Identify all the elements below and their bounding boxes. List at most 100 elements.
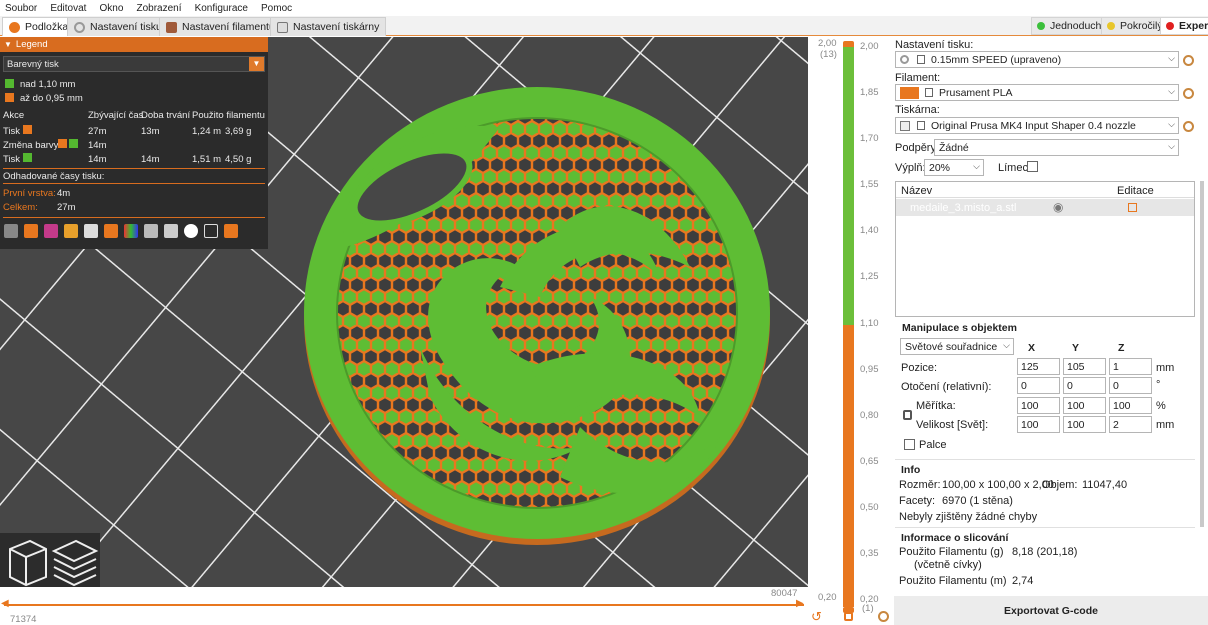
edit-printer-preset-gear-icon[interactable] bbox=[1183, 121, 1194, 132]
rotation-x-input[interactable]: 0 bbox=[1017, 377, 1060, 394]
settings-gear-icon[interactable] bbox=[878, 611, 889, 622]
scrollbar[interactable] bbox=[1200, 181, 1204, 527]
view-type-select[interactable]: Barevný tisk ▼ bbox=[3, 56, 265, 72]
divider bbox=[895, 527, 1195, 528]
retractions-icon[interactable] bbox=[44, 224, 58, 238]
legend-divider-2 bbox=[3, 183, 265, 184]
position-z-input[interactable]: 1 bbox=[1109, 358, 1152, 375]
rotation-z-input[interactable]: 0 bbox=[1109, 377, 1152, 394]
chevron-down-icon: ⌵ bbox=[973, 161, 980, 171]
menu-soubor[interactable]: Soubor bbox=[0, 0, 42, 14]
dropdown-arrow-icon: ▼ bbox=[249, 57, 264, 71]
tab-podlozka[interactable]: Podložka bbox=[2, 17, 76, 36]
export-gcode-button[interactable]: Exportovat G-code bbox=[894, 596, 1208, 625]
row2-swatch-from bbox=[58, 139, 67, 148]
col-filament-used: Použito filamentu bbox=[192, 110, 265, 121]
move-right-thumb-icon[interactable]: ▶ bbox=[796, 598, 804, 609]
lock-icon[interactable] bbox=[844, 612, 853, 621]
view-cube-icon[interactable] bbox=[0, 533, 100, 587]
eye-icon[interactable]: ◉ bbox=[1053, 200, 1063, 214]
undo-arrow-icon[interactable]: ↺ bbox=[811, 609, 822, 625]
row3-used-weight: 4,50 g bbox=[225, 154, 252, 165]
size-x-input[interactable]: 100 bbox=[1017, 416, 1060, 433]
used-filament-m-label: Použito Filamentu (m) bbox=[899, 575, 1007, 587]
slice-info-title: Informace o slicování bbox=[901, 532, 1009, 544]
size-z-input[interactable]: 2 bbox=[1109, 416, 1152, 433]
facets-value: 6970 (1 stěna) bbox=[942, 495, 1013, 507]
menu-editovat[interactable]: Editovat bbox=[45, 0, 91, 14]
coord-system-select[interactable]: Světové souřadnice ⌵ bbox=[900, 338, 1014, 355]
row2-action: Změna barvy bbox=[3, 140, 59, 151]
scale-label: Měřítka: bbox=[916, 400, 956, 412]
center-of-gravity-icon[interactable] bbox=[184, 224, 198, 238]
pause-prints-icon[interactable] bbox=[144, 224, 158, 238]
uniform-scale-lock-icon[interactable] bbox=[903, 410, 912, 420]
size-y-input[interactable]: 100 bbox=[1063, 416, 1106, 433]
yellow-dot-icon bbox=[1107, 22, 1115, 30]
scale-unit: % bbox=[1156, 400, 1166, 412]
col-action: Akce bbox=[3, 110, 25, 121]
custom-gcodes-icon[interactable] bbox=[164, 224, 178, 238]
move-slider[interactable]: ◀ ▶ 80047 71374 bbox=[0, 587, 808, 625]
tool-changes-icon[interactable] bbox=[104, 224, 118, 238]
scale-z-input[interactable]: 100 bbox=[1109, 397, 1152, 414]
deretractions-icon[interactable] bbox=[64, 224, 78, 238]
legend-header[interactable]: ▼ Legend bbox=[0, 37, 268, 52]
row1-duration: 13m bbox=[141, 126, 160, 137]
used-filament-g-sublabel: (včetně cívky) bbox=[914, 559, 982, 571]
wipe-icon[interactable] bbox=[24, 224, 38, 238]
row2-remaining: 14m bbox=[88, 140, 107, 151]
position-y-input[interactable]: 105 bbox=[1063, 358, 1106, 375]
menu-zobrazeni[interactable]: Zobrazení bbox=[131, 0, 186, 14]
position-x-input[interactable]: 125 bbox=[1017, 358, 1060, 375]
seams-icon[interactable] bbox=[84, 224, 98, 238]
move-left-thumb-icon[interactable]: ◀ bbox=[1, 598, 9, 609]
tool-marker-icon[interactable] bbox=[224, 224, 238, 238]
object-row[interactable]: medaile_3.misto_a.stl ◉ bbox=[896, 199, 1194, 216]
settings-edit-icon[interactable] bbox=[1128, 203, 1137, 212]
tick-label: 0,80 bbox=[860, 410, 879, 421]
menu-konfigurace[interactable]: Konfigurace bbox=[190, 0, 253, 14]
filament-select[interactable]: Prusament PLA ⌵ bbox=[895, 84, 1179, 101]
menu-pomoc[interactable]: Pomoc bbox=[256, 0, 297, 14]
mode-advanced[interactable]: Pokročilý bbox=[1101, 17, 1169, 35]
divider bbox=[895, 459, 1195, 460]
tick-label: 0,95 bbox=[860, 364, 879, 375]
tab-nastaveni-tiskarny[interactable]: Nastavení tiskárny bbox=[270, 17, 387, 36]
edit-print-preset-gear-icon[interactable] bbox=[1183, 55, 1194, 66]
slider-bottom-layer: (1) bbox=[862, 603, 874, 614]
total-label: Celkem: bbox=[3, 202, 38, 213]
row2-swatch-to bbox=[69, 139, 78, 148]
brim-checkbox[interactable] bbox=[1027, 161, 1038, 172]
slider-ticks: 2,00 1,85 1,70 1,55 1,40 1,25 1,10 0,95 … bbox=[860, 41, 894, 605]
tab-nastaveni-tisku[interactable]: Nastavení tisku bbox=[67, 17, 169, 36]
edit-filament-preset-gear-icon[interactable] bbox=[1183, 88, 1194, 99]
plater-icon bbox=[9, 21, 20, 33]
print-settings-label: Nastavení tisku: bbox=[895, 39, 974, 51]
volume-label: Objem: bbox=[1042, 479, 1078, 491]
facets-label: Facety: bbox=[899, 495, 936, 507]
color-changes-icon[interactable] bbox=[124, 224, 138, 238]
filament-label: Filament: bbox=[895, 72, 941, 84]
travel-icon[interactable] bbox=[4, 224, 18, 238]
tab-nastaveni-filamentu[interactable]: Nastavení filamentu bbox=[159, 17, 282, 36]
mode-expert[interactable]: Expert bbox=[1160, 17, 1208, 35]
volume-value: 11047,40 bbox=[1082, 479, 1128, 491]
first-layer-value: 4m bbox=[57, 188, 71, 199]
shells-icon[interactable] bbox=[204, 224, 218, 238]
scale-y-input[interactable]: 100 bbox=[1063, 397, 1106, 414]
supports-select[interactable]: Žádné ⌵ bbox=[934, 139, 1179, 156]
object-list: Název Editace medaile_3.misto_a.stl ◉ bbox=[895, 181, 1195, 317]
infill-select[interactable]: 20% ⌵ bbox=[924, 159, 984, 176]
used-filament-g-label: Použito Filamentu (g) bbox=[899, 546, 1004, 558]
scale-x-input[interactable]: 100 bbox=[1017, 397, 1060, 414]
inches-checkbox[interactable] bbox=[904, 439, 915, 450]
row1-swatch bbox=[23, 125, 32, 134]
layer-slider[interactable]: 2,00 (13) 2,00 1,85 1,70 1,55 1,40 1,25 … bbox=[808, 37, 894, 625]
printer-select[interactable]: Original Prusa MK4 Input Shaper 0.4 nozz… bbox=[895, 117, 1179, 134]
print-profile-select[interactable]: 0.15mm SPEED (upraveno) ⌵ bbox=[895, 51, 1179, 68]
menu-okno[interactable]: Okno bbox=[95, 0, 129, 14]
chevron-down-icon: ⌵ bbox=[1168, 119, 1175, 129]
rotation-y-input[interactable]: 0 bbox=[1063, 377, 1106, 394]
total-value: 27m bbox=[57, 202, 76, 213]
